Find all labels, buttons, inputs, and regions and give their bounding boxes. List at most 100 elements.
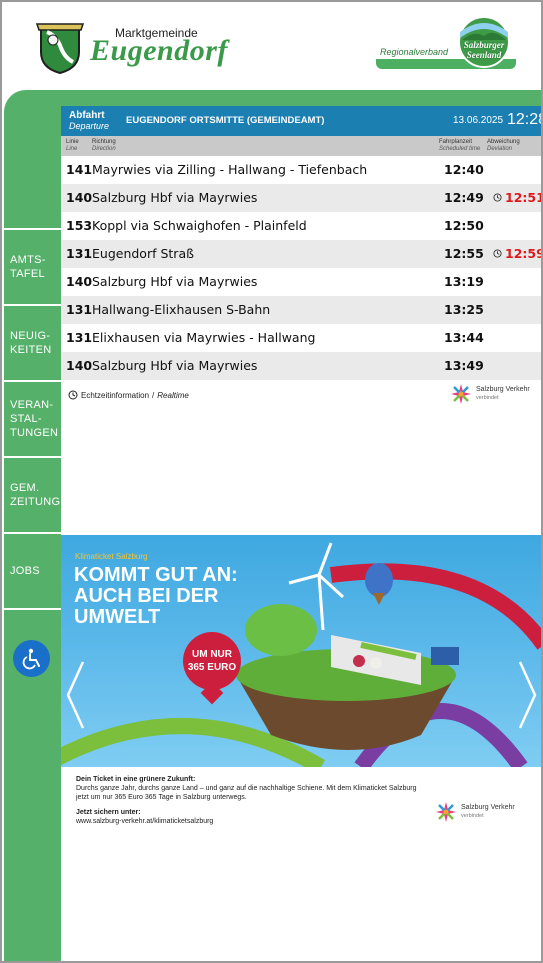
- column-headers: Linie Line Richtung Direction Fahrplanzeit…: [61, 136, 541, 156]
- column-header-scheduled-en: Scheduled time: [439, 146, 481, 152]
- star-logo-icon: [436, 802, 456, 822]
- departure-row: 131 Elixhausen via Mayrwies - Hallwang 13:…: [61, 324, 541, 352]
- sidebar-item-label: JOBS: [10, 565, 40, 577]
- clock-icon: [493, 193, 502, 202]
- ad-headline: KOMMT GUT AN: AUCH BEI DER UMWELT: [74, 564, 238, 628]
- ad-cta-link[interactable]: www.salzburg-verkehr.at/klimaticketsalzb…: [76, 817, 456, 826]
- ad-copy-body-1: Durchs ganze Jahr, durchs ganze Land – u…: [76, 785, 417, 792]
- column-header-line-en: Line: [66, 146, 78, 152]
- ad-copy-heading: Dein Ticket in eine grünere Zukunft:: [76, 776, 196, 783]
- sidebar-item-label: VERAN-: [10, 399, 54, 411]
- sidebar-item-amtstafel[interactable]: AMTS- TAFEL: [4, 230, 61, 304]
- kiosk-screen: Marktgemeinde Eugendorf Regionalverband …: [0, 0, 543, 963]
- sidebar-item-label: AMTS-: [10, 254, 46, 266]
- column-header-line: Linie Line: [66, 139, 79, 153]
- destination: Koppl via Schwaighofen - Plainfeld: [92, 218, 307, 233]
- line-number: 131: [66, 330, 93, 345]
- content-top-band: [61, 90, 541, 106]
- chevron-left-icon: [66, 661, 85, 729]
- departure-row: 140 Salzburg Hbf via Mayrwies 13:49: [61, 352, 541, 380]
- deviation-time: 12:59: [505, 246, 543, 261]
- ad-tag: Klimaticket Salzburg: [75, 552, 148, 561]
- deviation: 12:51: [493, 190, 541, 205]
- departure-row: 140 Salzburg Hbf via Mayrwies 12:49 12:51: [61, 184, 541, 212]
- coat-of-arms-icon: [35, 23, 85, 74]
- scheduled-time: 13:19: [444, 274, 484, 289]
- scheduled-time: 13:44: [444, 330, 484, 345]
- board-clock: 12:28: [507, 111, 541, 128]
- carousel-prev-button[interactable]: [65, 660, 85, 730]
- chevron-right-icon: [518, 661, 537, 729]
- stop-name: EUGENDORF ORTSMITTE (GEMEINDEAMT): [126, 115, 325, 126]
- column-header-direction-de: Richtung: [92, 139, 116, 145]
- region-logo-text-line-2: Seenland: [466, 50, 502, 60]
- destination: Hallwang-Elixhausen S-Bahn: [92, 302, 271, 317]
- ad-cta-heading: Jetzt sichern unter:: [76, 809, 141, 816]
- provider-tagline: verbindet: [476, 395, 499, 401]
- departure-row: 140 Salzburg Hbf via Mayrwies 13:19: [61, 268, 541, 296]
- destination: Salzburg Hbf via Mayrwies: [92, 358, 258, 373]
- line-number: 140: [66, 190, 93, 205]
- column-header-scheduled: Fahrplanzeit Scheduled time: [439, 139, 480, 153]
- destination: Eugendorf Straß: [92, 246, 194, 261]
- price-badge: UM NUR 365 EURO: [183, 632, 241, 690]
- town-name: Eugendorf: [90, 34, 228, 67]
- ad-copy: Dein Ticket in eine grünere Zukunft: Dur…: [76, 775, 456, 826]
- scheduled-time: 13:25: [444, 302, 484, 317]
- scheduled-time: 12:40: [444, 162, 484, 177]
- departure-title-de: Abfahrt: [69, 110, 105, 121]
- sidebar-item-jobs[interactable]: JOBS: [4, 534, 61, 608]
- realtime-label-en: Realtime: [157, 390, 189, 400]
- sidebar-item-label: TUNGEN: [10, 427, 59, 439]
- line-number: 131: [66, 302, 93, 317]
- scheduled-time: 12:55: [444, 246, 484, 261]
- region-logo-text: Salzburger Seenland: [454, 40, 514, 60]
- clock-icon: [493, 249, 502, 258]
- deviation: 12:59: [493, 246, 543, 261]
- column-header-deviation-en: Deviation: [487, 146, 513, 152]
- ad-provider-name: Salzburg Verkehr: [461, 804, 515, 811]
- wheelchair-icon: [22, 648, 40, 669]
- accessibility-button[interactable]: [13, 640, 50, 677]
- sidebar-item-label: ZEITUNG: [10, 496, 61, 508]
- departure-title: Abfahrt Departure: [69, 110, 109, 132]
- clock-icon: [68, 390, 78, 400]
- sidebar-item-veranstaltungen[interactable]: VERAN- STAL- TUNGEN: [4, 382, 61, 456]
- line-number: 140: [66, 274, 93, 289]
- line-number: 140: [66, 358, 93, 373]
- board-date: 13.06.2025: [453, 115, 504, 126]
- klimaticket-ad[interactable]: Klimaticket Salzburg KOMMT GUT AN: AUCH …: [61, 535, 541, 767]
- ad-copy-body-2: jetzt um nur 365 Euro 365 Tage in Salzbu…: [76, 794, 247, 801]
- region-label: Regionalverband: [380, 47, 449, 57]
- price-badge-line-1: UM NUR: [192, 649, 232, 660]
- salzburg-verkehr-logo: Salzburg Verkehr verbindet: [450, 383, 530, 405]
- sidebar-item-neuigkeiten[interactable]: NEUIG- KEITEN: [4, 306, 61, 380]
- scheduled-time: 13:49: [444, 358, 484, 373]
- carousel-next-button[interactable]: [518, 660, 538, 730]
- sidebar-item-label: GEM.: [10, 482, 40, 494]
- region-logo-text-line-1: Salzburger: [463, 40, 505, 50]
- column-header-deviation-de: Abweichung: [487, 139, 520, 145]
- departure-row: 131 Hallwang-Elixhausen S-Bahn 13:25: [61, 296, 541, 324]
- departure-board-header: Abfahrt Departure EUGENDORF ORTSMITTE (G…: [61, 106, 541, 136]
- star-logo-icon: [451, 384, 471, 404]
- sidebar-item-gemeindezeitung[interactable]: GEM. ZEITUNG: [4, 458, 61, 532]
- destination: Mayrwies via Zilling - Hallwang - Tiefen…: [92, 162, 368, 177]
- column-header-scheduled-de: Fahrplanzeit: [439, 139, 473, 145]
- realtime-separator: /: [152, 390, 155, 400]
- price-badge-line-2: 365 EURO: [187, 662, 237, 673]
- sidebar-item-label: STAL-: [10, 413, 42, 425]
- departure-row: 153 Koppl via Schwaighofen - Plainfeld 12:…: [61, 212, 541, 240]
- departure-row: 141 Mayrwies via Zilling - Hallwang - Tie…: [61, 156, 541, 184]
- salzburg-verkehr-ad-logo: Salzburg Verkehr verbindet: [435, 801, 515, 823]
- line-number: 153: [66, 218, 93, 233]
- ad-provider-tagline: verbindet: [461, 813, 484, 819]
- scheduled-time: 12:50: [444, 218, 484, 233]
- column-header-direction: Richtung Direction: [92, 139, 116, 153]
- sidebar-item-label: KEITEN: [10, 344, 52, 356]
- destination: Salzburg Hbf via Mayrwies: [92, 190, 258, 205]
- line-number: 141: [66, 162, 93, 177]
- line-number: 131: [66, 246, 93, 261]
- realtime-note: Echtzeitinformation / Realtime: [68, 390, 189, 400]
- departure-title-en: Departure: [69, 121, 110, 131]
